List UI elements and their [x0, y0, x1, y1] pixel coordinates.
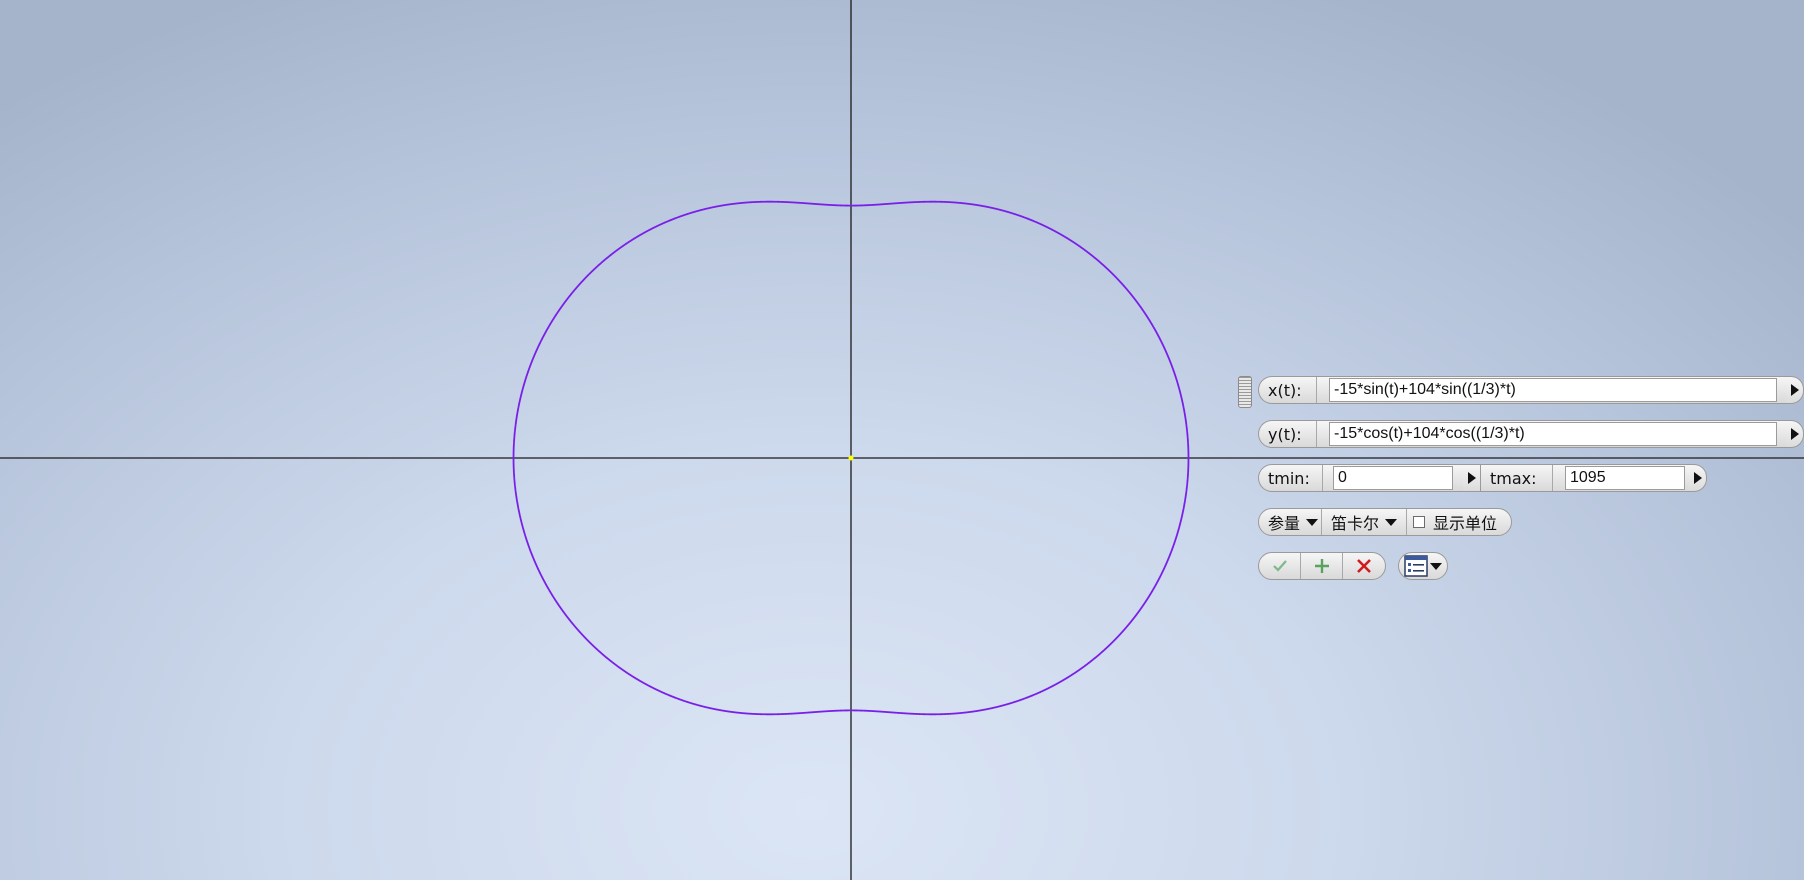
mode-group: 参量 笛卡尔 显示单位 — [1258, 508, 1512, 536]
tmax-input[interactable]: 1095 — [1565, 466, 1685, 490]
x-label: x(t): — [1259, 377, 1317, 403]
mode-row: 参量 笛卡尔 显示单位 — [1258, 508, 1512, 536]
cancel-button[interactable] — [1343, 553, 1385, 579]
play-arrow-icon — [1693, 472, 1702, 484]
origin-point[interactable] — [848, 455, 854, 461]
y-equation-row: y(t): -15*cos(t)+104*cos((1/3)*t) — [1258, 420, 1804, 448]
play-arrow-icon — [1790, 384, 1799, 396]
play-arrow-icon — [1467, 472, 1476, 484]
y-equation-input[interactable]: -15*cos(t)+104*cos((1/3)*t) — [1329, 422, 1777, 446]
close-icon — [1357, 559, 1371, 573]
tmin-group: tmin: 0 — [1258, 464, 1463, 492]
x-equation-row: x(t): -15*sin(t)+104*sin((1/3)*t) — [1258, 376, 1804, 404]
tmin-label: tmin: — [1259, 465, 1323, 491]
plus-icon — [1314, 559, 1329, 573]
dialog-options-icon — [1404, 555, 1428, 577]
action-row — [1258, 552, 1448, 580]
x-equation-group: x(t): -15*sin(t)+104*sin((1/3)*t) — [1258, 376, 1786, 404]
tmax-expand-button[interactable] — [1689, 464, 1707, 492]
y-equation-expand-button[interactable] — [1786, 420, 1804, 448]
x-equation-expand-button[interactable] — [1786, 376, 1804, 404]
tmin-expand-button[interactable] — [1463, 464, 1481, 492]
range-row: tmin: 0 tmax: 1095 — [1258, 464, 1707, 492]
panel-drag-handle[interactable] — [1238, 376, 1252, 408]
checkmark-icon — [1272, 560, 1287, 572]
chevron-down-icon — [1306, 518, 1319, 526]
tmax-group: tmax: 1095 — [1481, 464, 1689, 492]
coordinate-system-label: 笛卡尔 — [1331, 514, 1380, 533]
show-units-checkbox[interactable] — [1413, 516, 1425, 528]
accept-button[interactable] — [1259, 553, 1301, 579]
tmax-label: tmax: — [1481, 465, 1553, 491]
coordinate-system-dropdown[interactable]: 笛卡尔 — [1322, 509, 1407, 535]
show-units-label: 显示单位 — [1433, 514, 1498, 533]
add-button[interactable] — [1301, 553, 1343, 579]
equation-curve-panel: x(t): -15*sin(t)+104*sin((1/3)*t) y(t): … — [1238, 372, 1804, 590]
play-arrow-icon — [1790, 428, 1799, 440]
parameter-mode-label: 参量 — [1268, 514, 1301, 533]
dialog-options-button[interactable] — [1398, 552, 1448, 580]
chevron-down-icon — [1385, 518, 1398, 526]
chevron-down-icon — [1430, 562, 1442, 570]
y-equation-group: y(t): -15*cos(t)+104*cos((1/3)*t) — [1258, 420, 1786, 448]
tmin-input[interactable]: 0 — [1333, 466, 1453, 490]
parameter-mode-dropdown[interactable]: 参量 — [1259, 509, 1322, 535]
y-label: y(t): — [1259, 421, 1317, 447]
action-buttons-group — [1258, 552, 1386, 580]
show-units-toggle[interactable]: 显示单位 — [1407, 509, 1511, 535]
x-equation-input[interactable]: -15*sin(t)+104*sin((1/3)*t) — [1329, 378, 1777, 402]
